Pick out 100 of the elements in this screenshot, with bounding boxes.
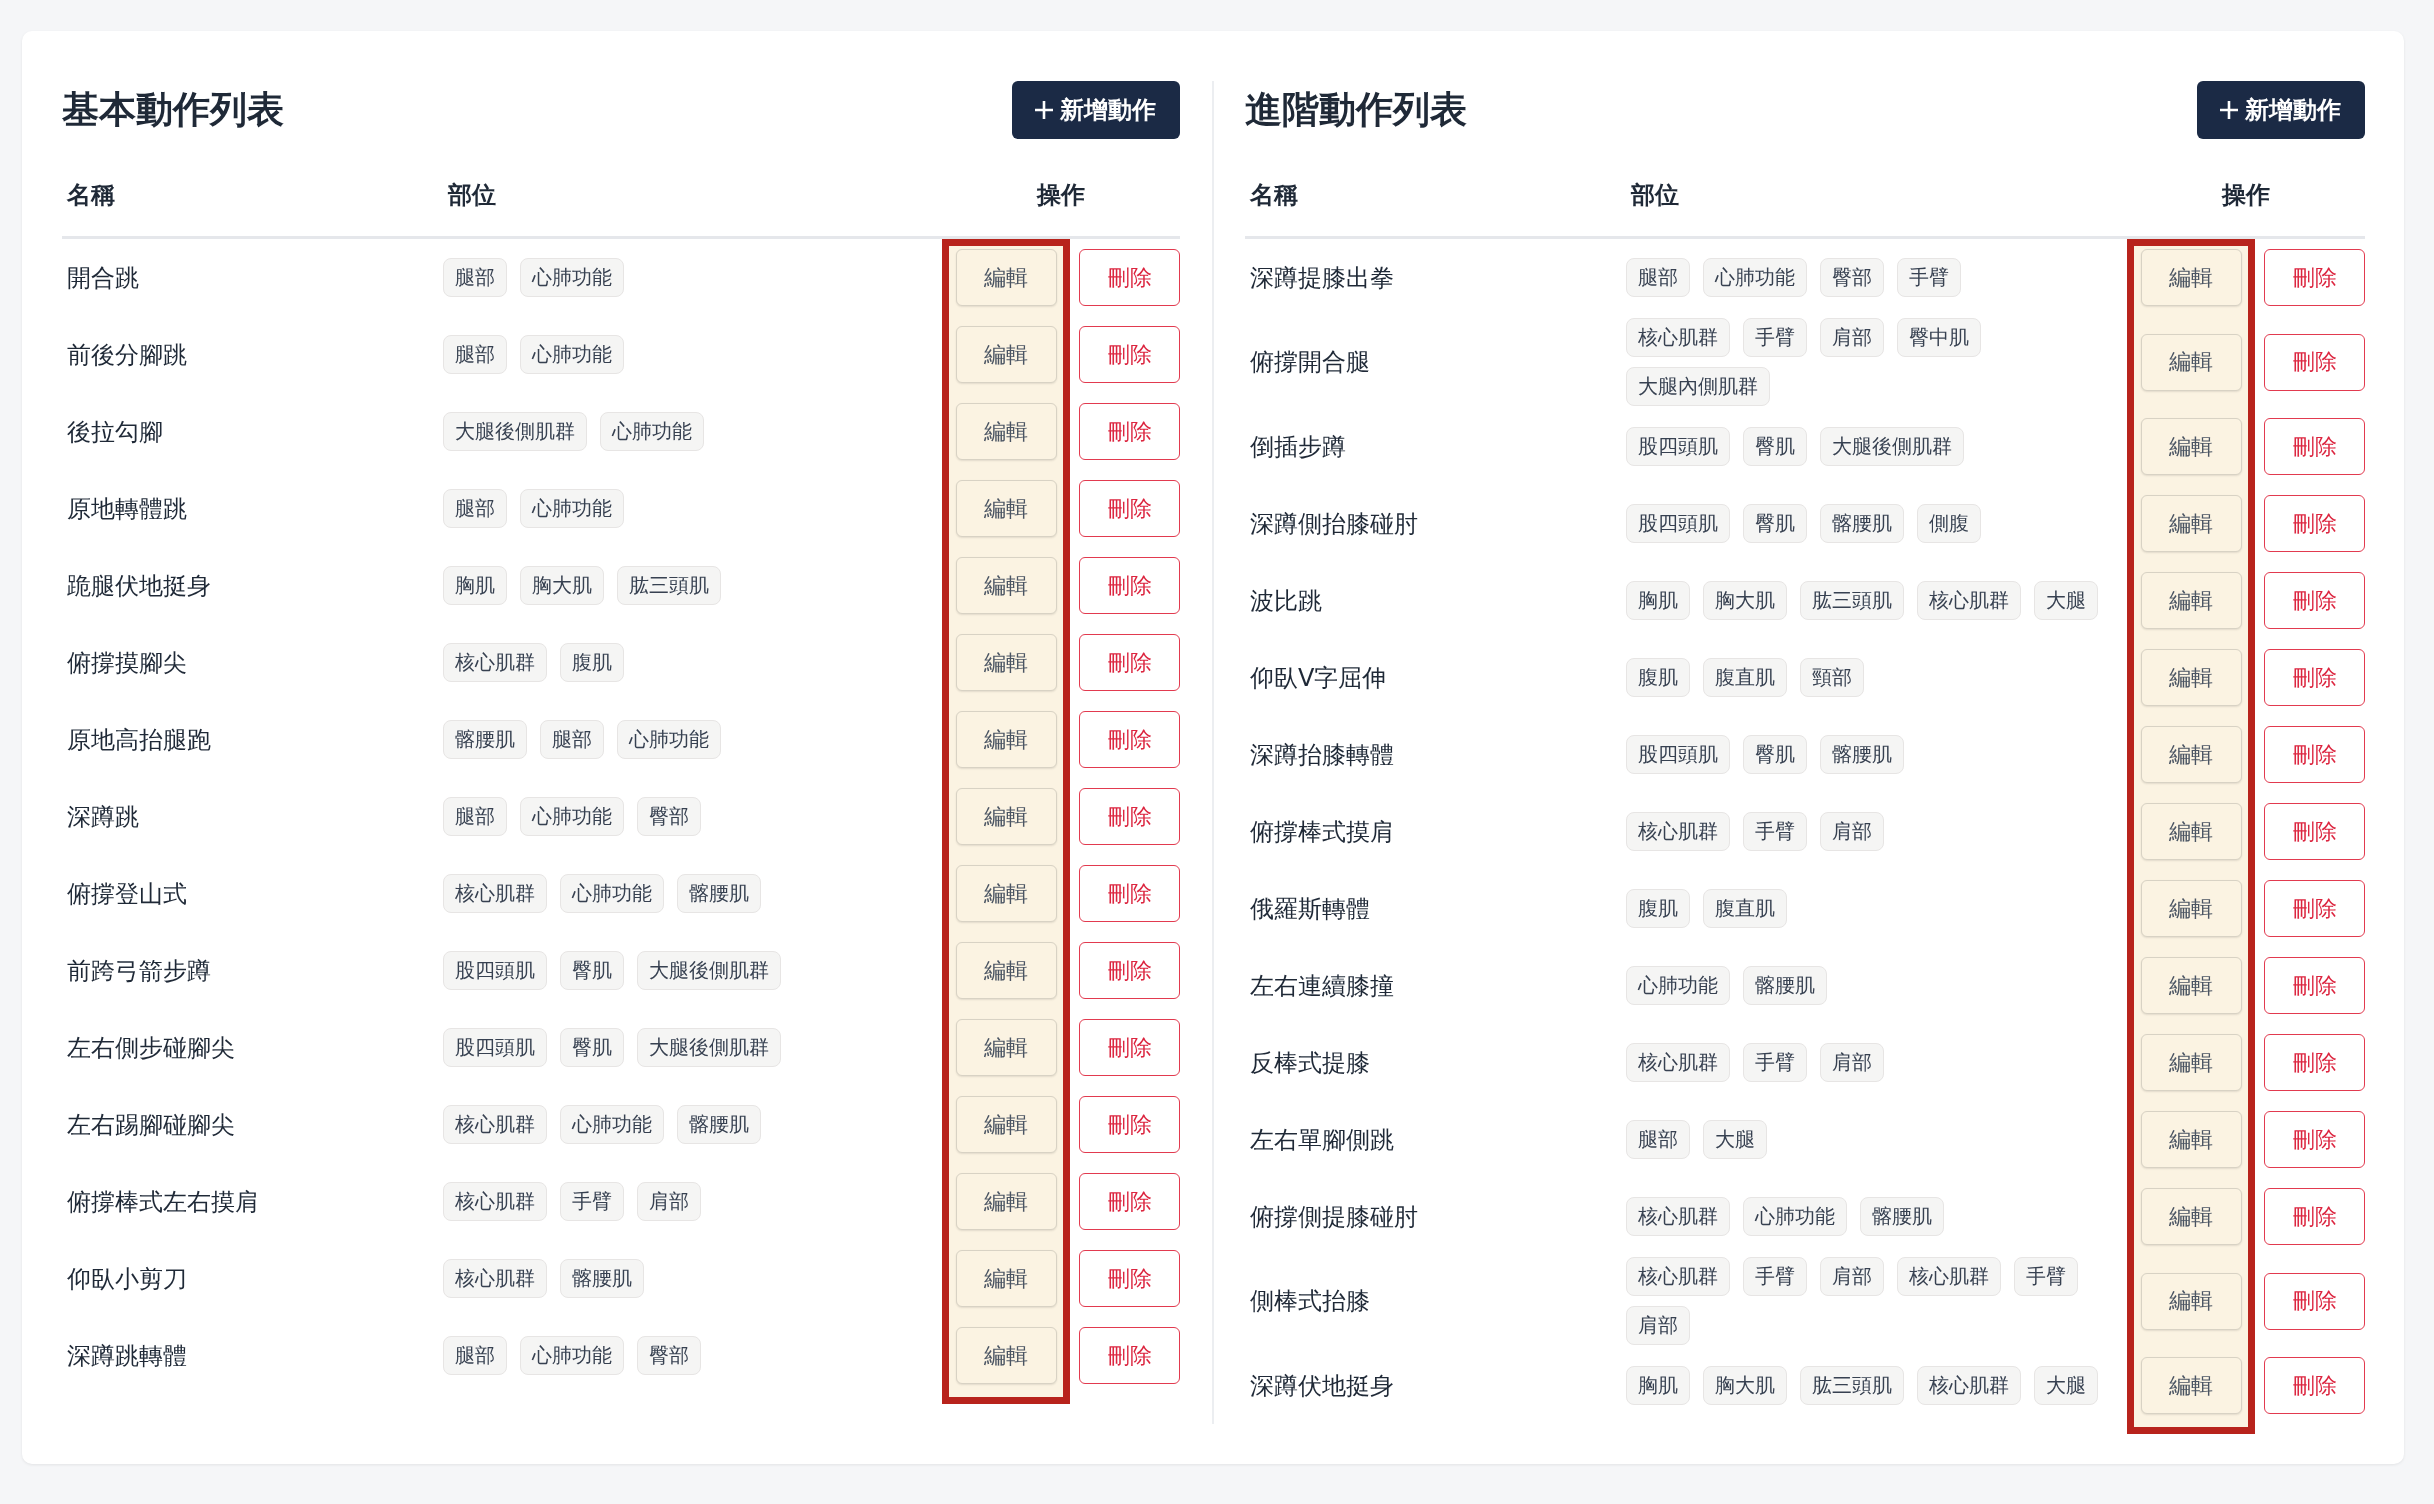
delete-button[interactable]: 刪除 [1079,634,1180,691]
delete-button[interactable]: 刪除 [1079,865,1180,922]
body-part-tag: 手臂 [1743,1257,1807,1296]
edit-button[interactable]: 編輯 [955,403,1057,460]
body-part-tag: 核心肌群 [1626,1257,1730,1296]
exercise-name: 前跨弓箭步蹲 [66,955,212,987]
edit-button[interactable]: 編輯 [2140,418,2242,475]
body-part-tag: 腿部 [443,797,507,836]
edit-button[interactable]: 編輯 [2140,880,2242,937]
body-part-tag: 核心肌群 [1917,1366,2021,1405]
body-part-tag: 核心肌群 [1626,318,1730,357]
edit-button[interactable]: 編輯 [955,557,1057,614]
delete-button[interactable]: 刪除 [2264,1357,2365,1414]
edit-button[interactable]: 編輯 [2140,726,2242,783]
delete-button[interactable]: 刪除 [2264,1111,2365,1168]
edit-button[interactable]: 編輯 [2140,1188,2242,1245]
edit-button[interactable]: 編輯 [2140,803,2242,860]
edit-button[interactable]: 編輯 [955,942,1057,999]
delete-button[interactable]: 刪除 [1079,403,1180,460]
delete-button[interactable]: 刪除 [1079,1096,1180,1153]
body-part-tag: 髂腰肌 [1743,966,1827,1005]
body-part-tag: 臀肌 [560,951,624,990]
edit-button[interactable]: 編輯 [955,711,1057,768]
body-part-tag: 肩部 [1626,1306,1690,1345]
edit-button[interactable]: 編輯 [2140,1272,2242,1330]
delete-button[interactable]: 刪除 [1079,249,1180,306]
body-part-tag: 核心肌群 [443,1105,547,1144]
body-part-tag: 腿部 [1626,1120,1690,1159]
exercise-name: 深蹲跳 [66,801,140,833]
body-part-tag: 肩部 [1820,1257,1884,1296]
delete-button[interactable]: 刪除 [2264,249,2365,306]
edit-button[interactable]: 編輯 [2140,249,2242,306]
delete-button[interactable]: 刪除 [2264,418,2365,475]
table-title: 進階動作列表 [1245,87,1467,133]
body-part-tag: 側腹 [1917,504,1981,543]
body-part-tag: 心肺功能 [560,874,664,913]
add-button[interactable]: 新增動作 [2197,81,2365,139]
edit-button[interactable]: 編輯 [955,480,1057,537]
body-part-tag: 大腿內側肌群 [1626,367,1770,406]
add-button[interactable]: 新增動作 [1012,81,1180,139]
delete-button[interactable]: 刪除 [2264,1188,2365,1245]
body-part-tag: 胸肌 [1626,1366,1690,1405]
exercise-name: 左右連續膝撞 [1249,970,1395,1002]
delete-button[interactable]: 刪除 [1079,1173,1180,1230]
delete-button[interactable]: 刪除 [2264,1272,2365,1330]
delete-button[interactable]: 刪除 [1079,557,1180,614]
delete-button[interactable]: 刪除 [2264,649,2365,706]
edit-button[interactable]: 編輯 [955,1250,1057,1307]
exercise-name: 波比跳 [1249,585,1323,617]
edit-button[interactable]: 編輯 [2140,495,2242,552]
delete-button[interactable]: 刪除 [1079,480,1180,537]
column-header: 部位 [446,180,497,211]
edit-button[interactable]: 編輯 [955,634,1057,691]
delete-button[interactable]: 刪除 [2264,1034,2365,1091]
delete-button[interactable]: 刪除 [1079,326,1180,383]
edit-button[interactable]: 編輯 [2140,1034,2242,1091]
body-part-tag: 胸大肌 [1703,1366,1787,1405]
delete-button[interactable]: 刪除 [2264,333,2365,391]
exercise-name: 仰臥小剪刀 [66,1263,188,1295]
edit-button[interactable]: 編輯 [955,1096,1057,1153]
delete-button[interactable]: 刪除 [1079,711,1180,768]
delete-button[interactable]: 刪除 [1079,788,1180,845]
delete-button[interactable]: 刪除 [1079,942,1180,999]
edit-button[interactable]: 編輯 [2140,1357,2242,1414]
edit-button[interactable]: 編輯 [2140,572,2242,629]
exercise-name: 跪腿伏地挺身 [66,570,212,602]
body-part-tag: 肩部 [1820,812,1884,851]
body-part-tag: 核心肌群 [1626,812,1730,851]
body-part-tag: 臀部 [1820,258,1884,297]
edit-button[interactable]: 編輯 [955,1327,1057,1384]
delete-button[interactable]: 刪除 [1079,1327,1180,1384]
edit-button[interactable]: 編輯 [955,1173,1057,1230]
exercise-name: 俯撐棒式左右摸肩 [66,1186,260,1218]
edit-button[interactable]: 編輯 [2140,1111,2242,1168]
exercise-name: 後拉勾腳 [66,416,164,448]
delete-button[interactable]: 刪除 [2264,880,2365,937]
edit-button[interactable]: 編輯 [2140,333,2242,391]
edit-button[interactable]: 編輯 [955,326,1057,383]
body-part-tag: 胸肌 [443,566,507,605]
body-part-tag: 髂腰肌 [443,720,527,759]
delete-button[interactable]: 刪除 [2264,726,2365,783]
edit-button[interactable]: 編輯 [955,249,1057,306]
body-part-tag: 腹肌 [560,643,624,682]
delete-button[interactable]: 刪除 [1079,1250,1180,1307]
edit-button[interactable]: 編輯 [955,1019,1057,1076]
body-part-tag: 核心肌群 [1917,581,2021,620]
delete-button[interactable]: 刪除 [1079,1019,1180,1076]
delete-button[interactable]: 刪除 [2264,495,2365,552]
delete-button[interactable]: 刪除 [2264,803,2365,860]
edit-button[interactable]: 編輯 [2140,957,2242,1014]
body-part-tag: 大腿後側肌群 [1820,427,1964,466]
edit-button[interactable]: 編輯 [955,865,1057,922]
edit-button[interactable]: 編輯 [2140,649,2242,706]
delete-button[interactable]: 刪除 [2264,957,2365,1014]
body-part-tag: 手臂 [2014,1257,2078,1296]
body-part-tag: 心肺功能 [520,1336,624,1375]
body-part-tag: 臀肌 [560,1028,624,1067]
body-part-tag: 股四頭肌 [443,951,547,990]
edit-button[interactable]: 編輯 [955,788,1057,845]
delete-button[interactable]: 刪除 [2264,572,2365,629]
